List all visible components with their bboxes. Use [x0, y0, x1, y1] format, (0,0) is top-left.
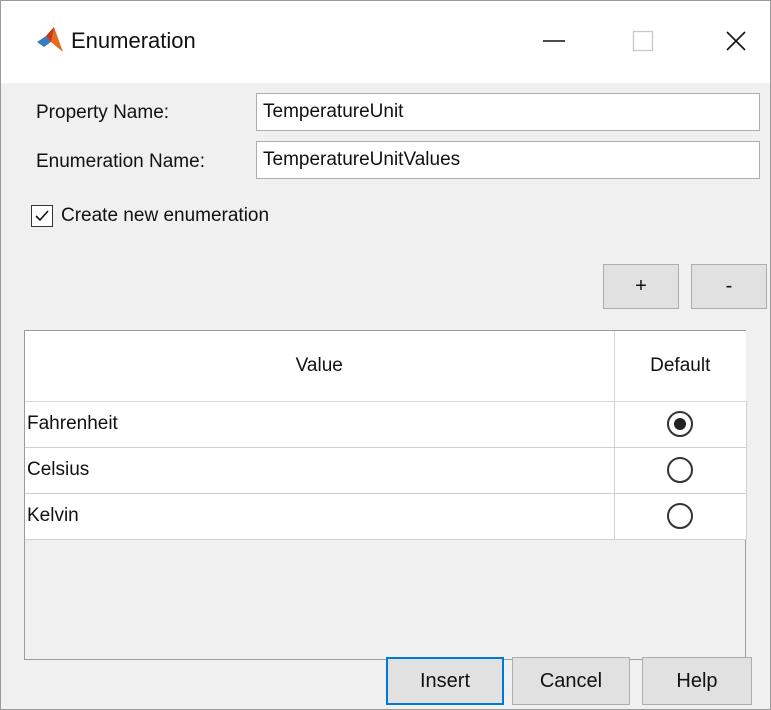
close-icon — [726, 31, 746, 51]
enumeration-dialog: Enumeration Property Name: Enumeration N… — [0, 0, 771, 710]
dialog-button-bar: Insert Cancel Help — [1, 657, 770, 707]
enumeration-name-input[interactable] — [256, 141, 760, 179]
maximize-button[interactable] — [620, 19, 666, 63]
default-radio-button[interactable] — [667, 411, 693, 437]
create-new-enumeration-checkbox[interactable]: Create new enumeration — [31, 201, 269, 231]
checkbox-box[interactable] — [31, 205, 53, 227]
create-new-enumeration-label: Create new enumeration — [61, 205, 270, 226]
default-cell[interactable] — [614, 493, 747, 540]
title-bar[interactable]: Enumeration — [1, 1, 770, 83]
column-header-default[interactable]: Default — [614, 331, 746, 402]
insert-button[interactable]: Insert — [386, 657, 504, 705]
minimize-button[interactable] — [531, 19, 577, 63]
cancel-button[interactable]: Cancel — [512, 657, 630, 705]
enumeration-name-label: Enumeration Name: — [36, 151, 205, 172]
table-row[interactable]: Celsius — [25, 447, 747, 494]
value-cell[interactable]: Fahrenheit — [25, 401, 615, 448]
default-radio-button[interactable] — [667, 503, 693, 529]
table-row[interactable]: Kelvin — [25, 493, 747, 540]
minimize-icon — [543, 40, 565, 42]
table-header-row: Value Default — [25, 331, 746, 402]
remove-row-button[interactable]: - — [691, 264, 767, 309]
default-cell[interactable] — [614, 447, 747, 494]
checkmark-icon — [35, 210, 49, 222]
add-row-button[interactable]: + — [603, 264, 679, 309]
maximize-icon — [632, 30, 654, 52]
value-cell[interactable]: Celsius — [25, 447, 615, 494]
close-button[interactable] — [713, 19, 759, 63]
property-name-label: Property Name: — [36, 102, 170, 123]
window-title: Enumeration — [71, 28, 196, 53]
table-row[interactable]: Fahrenheit — [25, 401, 747, 448]
default-cell[interactable] — [614, 401, 747, 448]
column-header-value[interactable]: Value — [25, 331, 615, 402]
default-radio-button[interactable] — [667, 457, 693, 483]
enumeration-values-table: Value Default Fahrenheit Celsius Kelvin — [24, 330, 747, 660]
matlab-logo-icon — [37, 27, 63, 52]
property-name-input[interactable] — [256, 93, 760, 131]
help-button[interactable]: Help — [642, 657, 752, 705]
value-cell[interactable]: Kelvin — [25, 493, 615, 540]
